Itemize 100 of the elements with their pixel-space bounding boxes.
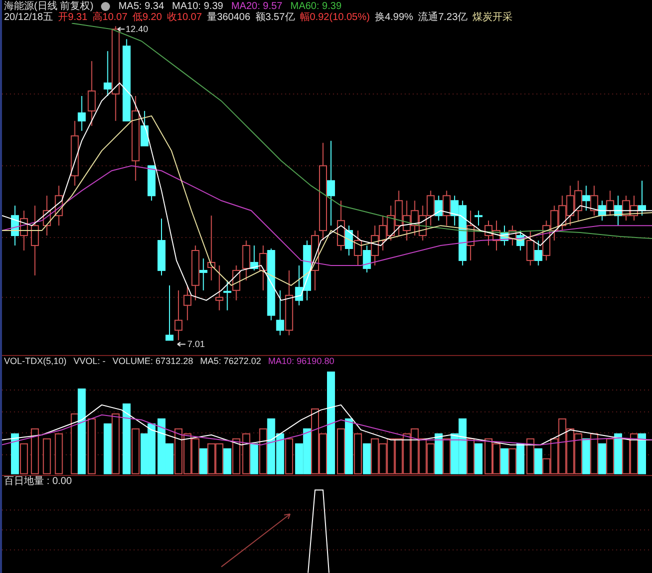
- chart-title: 海能源(日线 前复权): [4, 1, 94, 12]
- volume-bar: [242, 434, 250, 475]
- candlestick: [378, 215, 387, 251]
- volume-value: MA10: 96190.80: [268, 356, 334, 368]
- candlestick: [426, 190, 435, 226]
- volume-bar: [434, 434, 443, 475]
- volume-bar: [630, 434, 638, 475]
- ma-value: MA20: 9.57: [231, 1, 282, 12]
- quote-value: 额3.57亿: [255, 12, 295, 23]
- volume-bar: [410, 428, 419, 475]
- volume-bar: [386, 438, 395, 475]
- quote-value: 量360406: [206, 12, 250, 23]
- quote-value: 流通7.23亿: [418, 12, 468, 23]
- volume-bar: [199, 448, 208, 475]
- volume-bar: [582, 438, 590, 475]
- candlestick: [402, 200, 411, 242]
- quote-value: 幅0.92(10.05%): [300, 12, 370, 23]
- candlestick: [638, 180, 646, 216]
- volume-bar: [20, 444, 28, 475]
- volume-bar: [191, 438, 200, 475]
- volume-bar: [232, 438, 240, 475]
- volume-bar: [566, 428, 574, 475]
- volume-bar: [450, 434, 459, 475]
- arrow-icon: [117, 26, 126, 32]
- volume-bar: [223, 448, 232, 475]
- volume-bar: [215, 444, 224, 475]
- volume-bar: [508, 448, 516, 475]
- volume-bar: [10, 434, 19, 475]
- candlestick: [10, 205, 19, 246]
- candlestick: [354, 230, 362, 266]
- quote-value: 煤炭开采: [472, 12, 513, 23]
- candlestick: [42, 195, 51, 236]
- ma-value: MA5: 9.34: [118, 1, 164, 12]
- volume-bar: [394, 438, 403, 475]
- volume-bar: [574, 434, 582, 475]
- candlestick: [630, 195, 638, 222]
- annotation-arrow: [220, 514, 291, 568]
- quote-value: 高10.07: [92, 12, 128, 23]
- volume-bar: [442, 438, 451, 475]
- candlestick: [550, 205, 558, 242]
- volume-bar: [638, 434, 646, 475]
- volume-bar: [54, 434, 63, 475]
- volume-bar: [606, 438, 614, 475]
- low-price-label: 7.01: [187, 339, 205, 350]
- volume-value: VVOL: -: [74, 356, 106, 368]
- volume-bar: [140, 434, 149, 475]
- volume-bar: [30, 428, 39, 475]
- quote-value: 20/12/18五: [4, 12, 53, 23]
- candlestick: [174, 290, 182, 341]
- volume-bar: [148, 424, 156, 475]
- candlestick: [88, 60, 96, 126]
- volume-value: VOLUME: 67312.28: [112, 356, 194, 368]
- candlestick: [622, 195, 630, 222]
- volume-bar: [378, 444, 387, 475]
- volume-bar: [500, 448, 508, 475]
- arrow-icon: [176, 342, 186, 347]
- volume-bar: [362, 444, 371, 475]
- candlestick: [20, 210, 28, 251]
- volume-bar: [336, 428, 345, 475]
- candlestick: [606, 190, 614, 216]
- ma-value: MA60: 9.39: [290, 1, 342, 12]
- quote-value: 低9.20: [132, 12, 162, 23]
- candlestick: [614, 195, 622, 226]
- quote-value: 开9.31: [58, 12, 88, 23]
- candlestick: [418, 205, 427, 242]
- candlestick: [386, 205, 395, 242]
- candlestick: [434, 195, 443, 222]
- dropdown-icon[interactable]: [101, 2, 110, 11]
- volume-bar: [276, 434, 284, 475]
- volume-bar: [267, 418, 276, 475]
- candlestick: [566, 185, 574, 226]
- volume-bar: [88, 418, 96, 475]
- candlestick: [158, 218, 166, 276]
- quote-value: 收10.07: [166, 12, 202, 23]
- volume-bar: [590, 434, 598, 475]
- volume-bar: [622, 438, 630, 475]
- candlestick: [54, 185, 63, 226]
- volume-value: VOL-TDX(5,10): [4, 356, 67, 368]
- volume-bar: [285, 438, 294, 475]
- high-price-label: 12.40: [126, 24, 148, 34]
- volume-bar: [344, 418, 353, 475]
- candlestick: [516, 230, 524, 251]
- volume-bar: [183, 434, 192, 475]
- volume-bar: [614, 434, 622, 475]
- volume-bar: [474, 444, 483, 475]
- candlestick: [30, 205, 39, 276]
- volume-bar: [370, 438, 379, 475]
- volume-bar: [354, 434, 362, 475]
- volume-bar: [598, 444, 606, 475]
- candlestick: [526, 230, 534, 266]
- candlestick: [394, 190, 403, 236]
- volume-value: MA5: 76272.02: [200, 356, 262, 368]
- candlestick: [508, 225, 516, 246]
- candlestick: [558, 195, 566, 232]
- volume-bar: [207, 444, 216, 475]
- volume-bar: [112, 414, 120, 475]
- candlestick: [442, 190, 451, 226]
- candlestick: [410, 200, 419, 236]
- indicator-value: 百日地量 : 0.00: [4, 476, 72, 488]
- volume-bar: [516, 444, 524, 475]
